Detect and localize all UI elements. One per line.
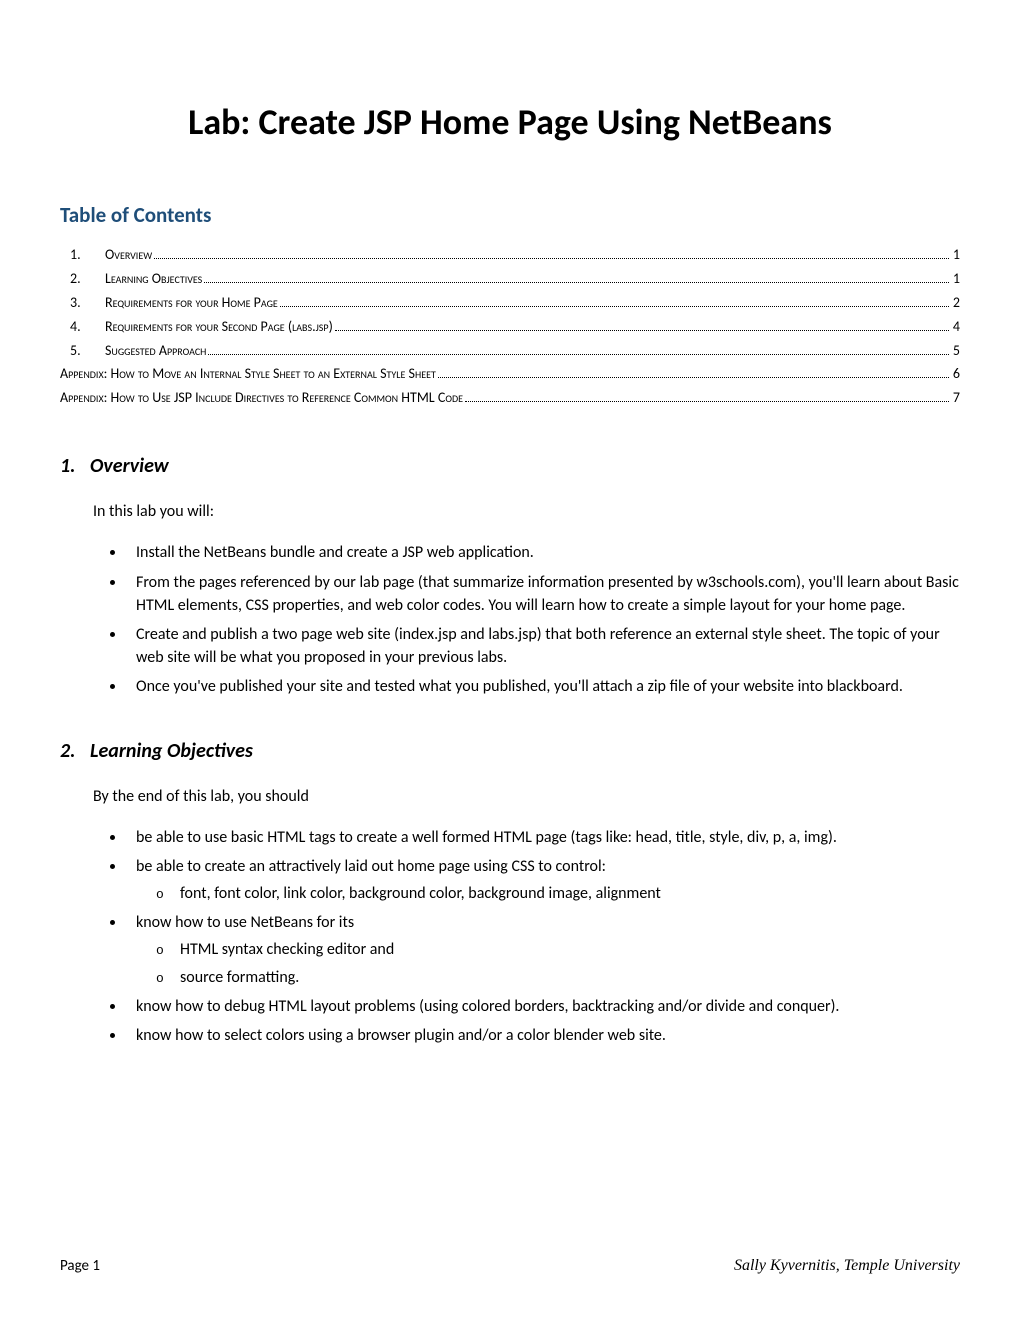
toc-entry-label: Learning Objectives (105, 270, 202, 289)
list-item: know how to select colors using a browse… (126, 1024, 960, 1047)
document-title: Lab: Create JSP Home Page Using NetBeans (60, 100, 960, 144)
section-heading: 2.Learning Objectives (60, 739, 960, 763)
toc-entry[interactable]: Appendix: How to Use JSP Include Directi… (60, 389, 960, 408)
toc-entry-page: 1 (951, 270, 960, 289)
toc-leader-dots (280, 306, 949, 307)
bullet-list: be able to use basic HTML tags to create… (126, 826, 960, 1048)
list-item: be able to create an attractively laid o… (126, 855, 960, 905)
sub-list-item: source formatting. (136, 966, 960, 989)
toc-entry-label: Appendix: How to Move an Internal Style … (60, 365, 436, 384)
toc-entry-page: 6 (951, 365, 960, 384)
toc-entry-label: Requirements for your Home Page (105, 294, 278, 313)
footer-author: Sally Kyvernitis, Temple University (734, 1257, 960, 1275)
toc-leader-dots (335, 330, 949, 331)
table-of-contents: 1.Overview 1 2.Learning Objectives 1 3.Requi… (60, 246, 960, 408)
toc-entry-label: Requirements for your Second Page (labs.… (105, 318, 333, 337)
toc-heading: Table of Contents (60, 202, 960, 228)
toc-entry-page: 4 (951, 318, 960, 337)
footer-page-number: Page 1 (60, 1257, 100, 1275)
toc-entry[interactable]: 1.Overview 1 (60, 246, 960, 265)
list-item: Install the NetBeans bundle and create a… (126, 541, 960, 564)
section-intro: In this lab you will: (93, 500, 960, 523)
toc-entry-number: 1. (60, 246, 105, 265)
list-item: From the pages referenced by our lab pag… (126, 571, 960, 617)
toc-leader-dots (208, 354, 948, 355)
sub-list: HTML syntax checking editor and source fo… (136, 938, 960, 988)
list-item: know how to debug HTML layout problems (… (126, 995, 960, 1018)
sub-list-item: font, font color, link color, background… (136, 882, 960, 905)
list-item: Create and publish a two page web site (… (126, 623, 960, 669)
section-intro: By the end of this lab, you should (93, 785, 960, 808)
toc-entry[interactable]: 5.Suggested Approach 5 (60, 342, 960, 361)
toc-entry[interactable]: 3.Requirements for your Home Page 2 (60, 294, 960, 313)
list-item: be able to use basic HTML tags to create… (126, 826, 960, 849)
toc-entry-number: 4. (60, 318, 105, 337)
toc-entry-page: 7 (951, 389, 960, 408)
toc-leader-dots (438, 377, 949, 378)
toc-entry-page: 5 (951, 342, 960, 361)
toc-entry-label: Overview (105, 246, 152, 265)
toc-entry[interactable]: 4.Requirements for your Second Page (lab… (60, 318, 960, 337)
toc-entry-page: 1 (951, 246, 960, 265)
bullet-list: Install the NetBeans bundle and create a… (126, 541, 960, 698)
sub-list-item: HTML syntax checking editor and (136, 938, 960, 961)
toc-entry[interactable]: Appendix: How to Move an Internal Style … (60, 365, 960, 384)
section-heading: 1.Overview (60, 454, 960, 478)
list-item: Once you've published your site and test… (126, 675, 960, 698)
page-footer: Page 1 Sally Kyvernitis, Temple Universi… (60, 1257, 960, 1275)
toc-entry-page: 2 (951, 294, 960, 313)
toc-leader-dots (154, 258, 949, 259)
toc-entry-number: 5. (60, 342, 105, 361)
sub-list: font, font color, link color, background… (136, 882, 960, 905)
toc-leader-dots (204, 282, 949, 283)
toc-entry-label: Appendix: How to Use JSP Include Directi… (60, 389, 463, 408)
toc-entry-number: 3. (60, 294, 105, 313)
toc-leader-dots (465, 401, 949, 402)
toc-entry-number: 2. (60, 270, 105, 289)
toc-entry-label: Suggested Approach (105, 342, 206, 361)
list-item: know how to use NetBeans for itsHTML syn… (126, 911, 960, 989)
toc-entry[interactable]: 2.Learning Objectives 1 (60, 270, 960, 289)
